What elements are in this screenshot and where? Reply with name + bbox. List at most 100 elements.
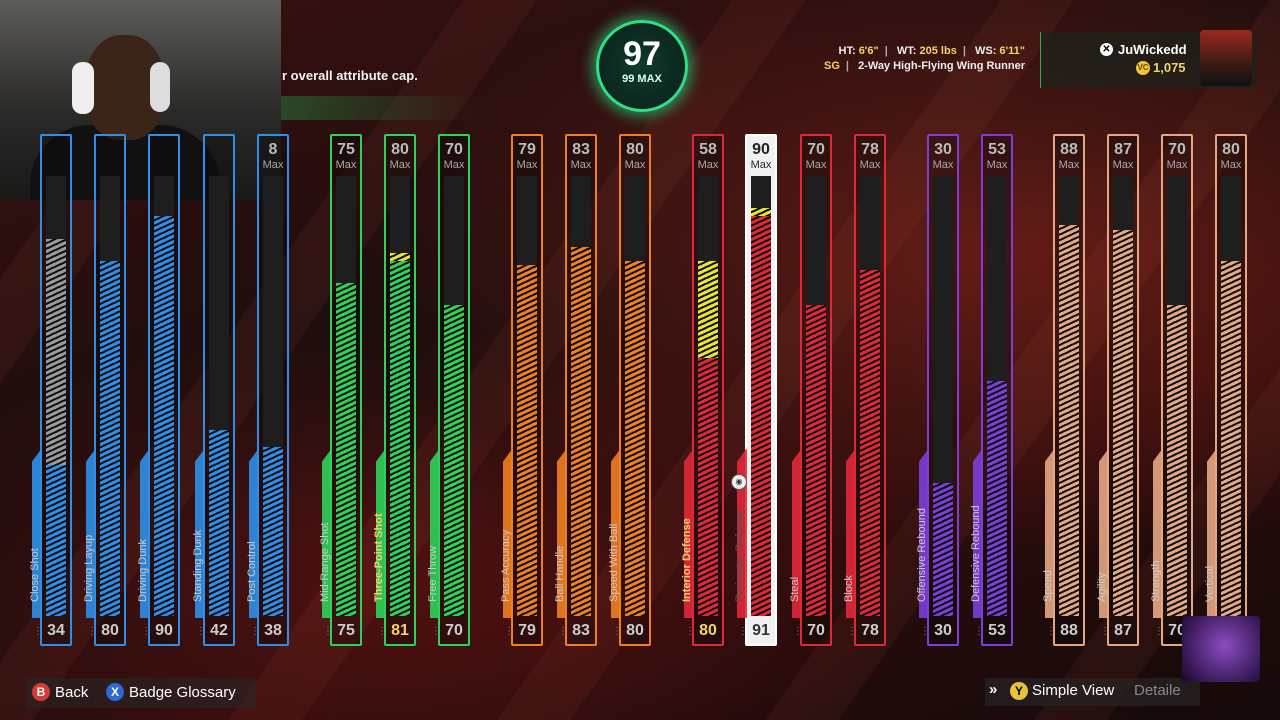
attribute-name: Free Throw <box>427 545 439 602</box>
attribute-name: Block <box>843 575 855 602</box>
attribute-cap: 70 <box>1168 141 1186 158</box>
x-button-icon[interactable]: X <box>106 683 124 701</box>
attribute-column-three-point-shot[interactable]: 80 Max Three-Point Shot ⋮ 81 <box>373 134 416 646</box>
attribute-cap-label: Max <box>805 159 827 171</box>
attribute-cap-label: Max <box>750 159 772 171</box>
attribute-cap-label: Max <box>443 159 465 171</box>
attribute-track <box>1221 176 1241 616</box>
attribute-column-standing-dunk[interactable]: Standing Dunk ⋮ 42 <box>192 134 235 646</box>
attribute-name-wrap: Ball Handle <box>553 432 567 602</box>
attribute-column-post-control[interactable]: 8 Max Post Control ⋮ 38 <box>246 134 289 646</box>
attribute-cap-label: Max <box>986 159 1008 171</box>
attribute-column-mid-range-shot[interactable]: 75 Max Mid-Range Shot ⋮ 75 <box>319 134 362 646</box>
xbox-icon: ✕ <box>1100 43 1113 56</box>
attribute-column-pass-accuracy[interactable]: 79 Max Pass Accuracy ⋮ 79 <box>500 134 543 646</box>
attribute-cap-caption: r overall attribute cap. <box>282 68 418 83</box>
attribute-value: 78 <box>861 622 879 639</box>
attribute-name: Agility <box>1096 572 1108 602</box>
attribute-name-wrap: Three-Point Shot <box>372 432 386 602</box>
attribute-cap-label: Max <box>335 159 357 171</box>
attribute-cap: 80 <box>391 141 409 158</box>
badge-icon[interactable]: ◉ <box>731 474 747 490</box>
chevron-right-icon: » <box>989 681 998 698</box>
back-button[interactable]: Back <box>55 684 88 701</box>
attribute-column-vertical[interactable]: 80MaxVertical⋮80 <box>1204 134 1247 646</box>
attribute-value: 87 <box>1114 622 1132 639</box>
b-button-icon[interactable]: B <box>32 683 50 701</box>
attribute-column-agility[interactable]: 87 Max Agility ⋮ 87 <box>1096 134 1139 646</box>
attribute-name-wrap: Perimeter Defense <box>733 432 747 602</box>
attribute-column-perimeter-defense[interactable]: 90 Max Perimeter Defense ⋮ 91 ◉ <box>731 134 777 646</box>
attribute-fill <box>263 447 283 616</box>
attribute-cap-label: Max <box>516 159 538 171</box>
attribute-name-wrap: Pass Accuracy <box>499 432 513 602</box>
attribute-column-offensive-rebound[interactable]: 30 Max Offensive Rebound ⋮ 30 <box>916 134 959 646</box>
attribute-name-wrap: Speed <box>1041 432 1055 602</box>
attribute-column-driving-dunk[interactable]: Driving Dunk ⋮ 90 <box>137 134 180 646</box>
attribute-name-wrap: Block <box>842 432 856 602</box>
attribute-value: 53 <box>988 622 1006 639</box>
attribute-cap: 78 <box>861 141 879 158</box>
attribute-fill <box>751 216 771 616</box>
weight-value: 205 lbs <box>919 45 957 57</box>
attribute-column-defensive-rebound[interactable]: 53 Max Defensive Rebound ⋮ 53 <box>970 134 1013 646</box>
attribute-name-wrap: Strength <box>1149 432 1163 602</box>
attribute-cap: 80 <box>626 141 644 158</box>
attribute-fill <box>571 247 591 616</box>
attribute-cap-label: Max <box>624 159 646 171</box>
attribute-name-wrap: Driving Dunk <box>136 432 150 602</box>
attribute-column-free-throw[interactable]: 70 Max Free Throw ⋮ 70 <box>427 134 470 646</box>
attribute-track <box>1059 176 1079 616</box>
attribute-column-close-shot[interactable]: Close Shot ⋮ 34 <box>29 134 72 646</box>
attribute-name: Standing Dunk <box>192 529 204 602</box>
attribute-cap: 79 <box>518 141 536 158</box>
attribute-cap: 80 <box>1222 141 1240 158</box>
detailed-view-button[interactable]: Detaile <box>1134 682 1181 699</box>
attribute-track <box>806 176 826 616</box>
badge-glossary-button[interactable]: Badge Glossary <box>129 684 236 701</box>
y-button-icon[interactable]: Y <box>1010 682 1028 700</box>
attribute-fill <box>860 269 880 616</box>
attribute-name: Vertical <box>1204 565 1216 602</box>
attribute-column-strength[interactable]: 70 Max Strength ⋮ 70 <box>1150 134 1193 646</box>
attribute-value: 30 <box>934 622 952 639</box>
attribute-name: Post Control <box>246 541 258 602</box>
simple-view-button[interactable]: Simple View <box>1032 682 1114 699</box>
attribute-cap: 83 <box>572 141 590 158</box>
attribute-column-interior-defense[interactable]: 58 Max Interior Defense ⋮ 80 <box>681 134 724 646</box>
attribute-column-steal[interactable]: 70 Max Steal ⋮ 70 <box>789 134 832 646</box>
attribute-name: Speed With Ball <box>608 523 620 602</box>
height-label: HT: <box>838 45 856 57</box>
attribute-cap-label: Max <box>389 159 411 171</box>
attribute-cap-label: Max <box>1058 159 1080 171</box>
attribute-potential <box>46 238 66 466</box>
attribute-name: Speed <box>1042 570 1054 602</box>
attribute-cap: 87 <box>1114 141 1132 158</box>
attribute-column-driving-layup[interactable]: Driving Layup ⋮ 80 <box>83 134 126 646</box>
player-measurements: HT: 6'6" | WT: 205 lbs | WS: 6'11" <box>838 45 1025 57</box>
attribute-track <box>154 176 174 616</box>
attribute-name: Driving Dunk <box>137 539 149 602</box>
attribute-value: 75 <box>337 622 355 639</box>
attribute-fill <box>154 216 174 616</box>
attribute-column-ball-handle[interactable]: 83 Max Ball Handle ⋮ 83 <box>554 134 597 646</box>
attribute-boost <box>751 208 771 217</box>
attribute-value: 91 <box>752 622 770 639</box>
attribute-name: Mid-Range Shot <box>319 522 331 603</box>
attribute-fill <box>625 260 645 616</box>
attribute-column-speed[interactable]: 88 Max Speed ⋮ 88 <box>1042 134 1085 646</box>
attribute-name: Perimeter Defense <box>734 510 746 602</box>
attribute-name: Driving Layup <box>83 534 95 602</box>
attribute-fill <box>209 429 229 616</box>
attribute-value: 80 <box>101 622 119 639</box>
attribute-column-block[interactable]: 78 Max Block ⋮ 78 <box>843 134 886 646</box>
attribute-value: 38 <box>264 622 282 639</box>
wingspan-label: WS: <box>974 45 997 57</box>
attribute-name: Steal <box>789 576 801 602</box>
attribute-track <box>263 176 283 616</box>
attribute-name-wrap: Speed With Ball <box>607 432 621 602</box>
attribute-track <box>1167 176 1187 616</box>
attribute-column-speed-with-ball[interactable]: 80 Max Speed With Ball ⋮ 80 <box>608 134 651 646</box>
attribute-cap-label: Max <box>1220 159 1242 171</box>
attribute-name: Offensive Rebound <box>916 508 928 602</box>
